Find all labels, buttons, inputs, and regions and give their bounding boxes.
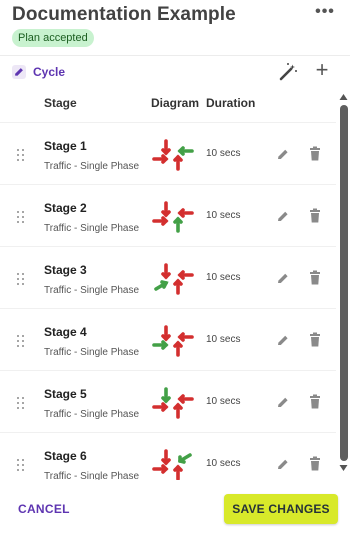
edit-icon[interactable] [275,456,291,472]
add-stage-button[interactable]: + [312,59,332,82]
delete-icon[interactable] [308,270,322,286]
magic-wand-icon[interactable] [278,62,298,82]
table-row[interactable]: Stage 4 Traffic - Single Phase 10 secs [0,308,336,370]
stage-duration: 10 secs [206,210,241,221]
stage-type: Traffic - Single Phase [44,471,140,480]
drag-handle-icon[interactable] [16,211,26,223]
column-duration: Duration [206,96,256,110]
delete-icon[interactable] [308,208,322,224]
stage-name: Stage 1 [44,139,87,153]
phase-diagram-icon [154,263,194,295]
scroll-up-arrow-icon[interactable] [339,93,348,101]
header-divider [0,55,350,56]
edit-icon[interactable] [275,146,291,162]
phase-diagram-icon [152,325,194,357]
header: Documentation Example ••• Plan accepted [0,0,350,56]
stage-type: Traffic - Single Phase [44,409,140,420]
status-badge: Plan accepted [12,29,94,47]
edit-icon[interactable] [275,270,291,286]
phase-diagram-icon [152,449,192,480]
save-changes-button[interactable]: SAVE CHANGES [224,494,338,524]
phase-diagram-icon [152,139,194,171]
stage-duration: 10 secs [206,458,241,469]
column-stage: Stage [44,96,77,110]
drag-handle-icon[interactable] [16,459,26,471]
delete-icon[interactable] [308,332,322,348]
stage-type: Traffic - Single Phase [44,223,140,234]
stage-type: Traffic - Single Phase [44,347,140,358]
drag-handle-icon[interactable] [16,335,26,347]
drag-handle-icon[interactable] [16,397,26,409]
pencil-icon[interactable] [12,65,26,79]
table-row[interactable]: Stage 3 Traffic - Single Phase 10 secs [0,246,336,308]
edit-icon[interactable] [275,208,291,224]
table-header: Stage Diagram Duration [0,96,336,114]
stage-duration: 10 secs [206,334,241,345]
stage-name: Stage 5 [44,387,87,401]
cycle-label[interactable]: Cycle [33,65,65,79]
footer: CANCEL SAVE CHANGES [0,486,350,536]
stage-duration: 10 secs [206,148,241,159]
stage-list: Stage 1 Traffic - Single Phase 10 secs S… [0,118,336,480]
stage-name: Stage 6 [44,449,87,463]
stage-type: Traffic - Single Phase [44,161,140,172]
drag-handle-icon[interactable] [16,149,26,161]
edit-icon[interactable] [275,332,291,348]
delete-icon[interactable] [308,146,322,162]
scroll-down-arrow-icon[interactable] [339,464,348,472]
stage-name: Stage 4 [44,325,87,339]
edit-icon[interactable] [275,394,291,410]
stage-name: Stage 2 [44,201,87,215]
cancel-button[interactable]: CANCEL [18,502,70,516]
scrollbar-thumb[interactable] [340,105,348,461]
stage-name: Stage 3 [44,263,87,277]
stage-type: Traffic - Single Phase [44,285,140,296]
column-diagram: Diagram [151,96,200,110]
delete-icon[interactable] [308,394,322,410]
table-row[interactable]: Stage 2 Traffic - Single Phase 10 secs [0,184,336,246]
table-row[interactable]: Stage 6 Traffic - Single Phase 10 secs [0,432,336,480]
phase-diagram-icon [152,387,194,419]
delete-icon[interactable] [308,456,322,472]
page-title: Documentation Example [12,4,236,25]
table-row[interactable]: Stage 1 Traffic - Single Phase 10 secs [0,122,336,184]
phase-diagram-icon [152,201,194,233]
more-horiz-icon[interactable]: ••• [314,4,336,22]
stage-duration: 10 secs [206,272,241,283]
table-row[interactable]: Stage 5 Traffic - Single Phase 10 secs [0,370,336,432]
stage-duration: 10 secs [206,396,241,407]
cycle-toolbar: Cycle + [0,59,350,86]
drag-handle-icon[interactable] [16,273,26,285]
